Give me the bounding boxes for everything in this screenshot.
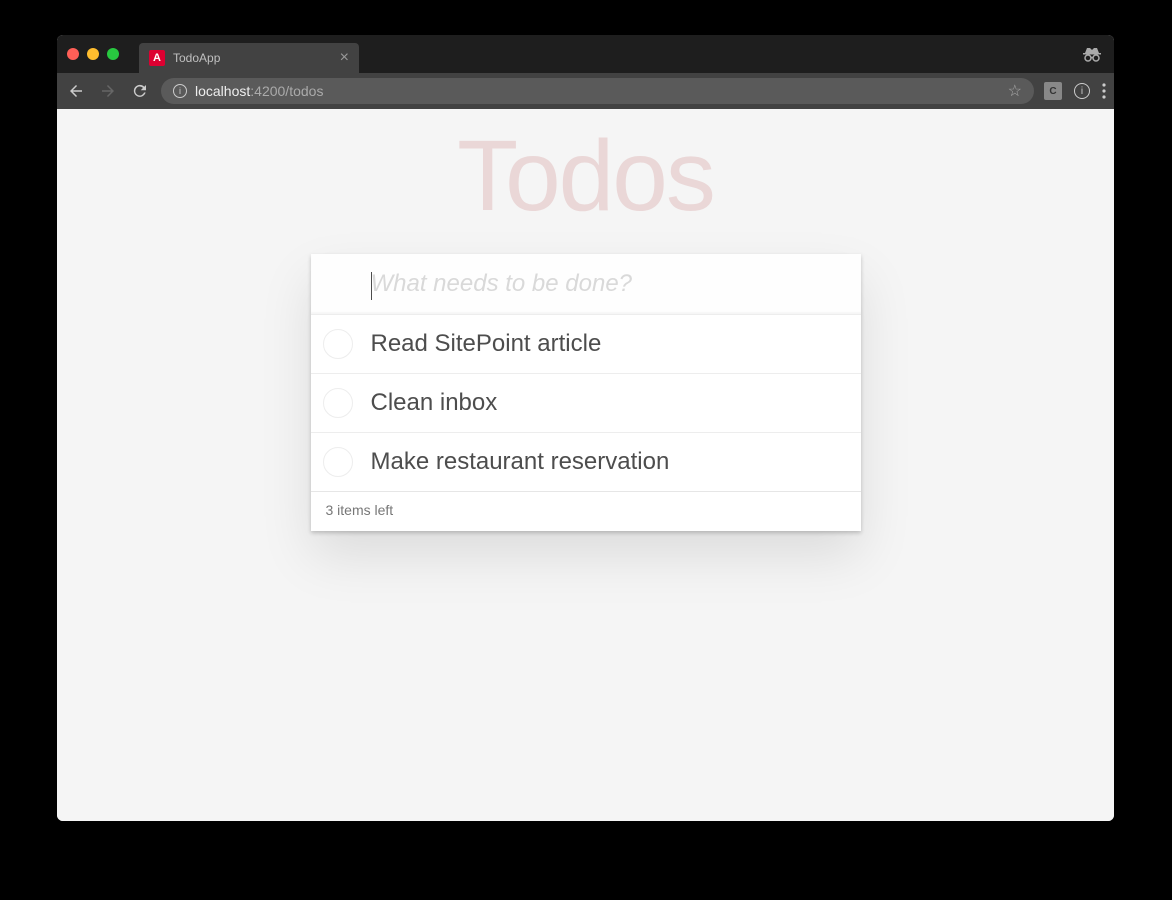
- new-todo-container: [311, 254, 861, 315]
- url-path: :4200/todos: [250, 83, 323, 99]
- text-cursor: [371, 272, 372, 300]
- window-minimize-button[interactable]: [87, 48, 99, 60]
- site-info-icon[interactable]: i: [173, 84, 187, 98]
- page-viewport: Todos Read SitePoint article Clean inbox…: [57, 109, 1114, 821]
- items-left-count: 3 items left: [326, 502, 394, 518]
- browser-menu-icon[interactable]: [1102, 83, 1106, 99]
- todo-item: Make restaurant reservation: [311, 433, 861, 491]
- todo-item: Read SitePoint article: [311, 315, 861, 374]
- app-title: Todos: [57, 109, 1114, 234]
- window-controls: [67, 48, 119, 60]
- url-host: localhost: [195, 83, 250, 99]
- back-button[interactable]: [65, 80, 87, 102]
- extension-icon[interactable]: C: [1044, 82, 1062, 100]
- reload-button[interactable]: [129, 80, 151, 102]
- todo-label[interactable]: Make restaurant reservation: [371, 448, 670, 475]
- browser-tabs-bar: A TodoApp ×: [57, 35, 1114, 73]
- window-close-button[interactable]: [67, 48, 79, 60]
- tab-title: TodoApp: [173, 51, 332, 65]
- url-text: localhost:4200/todos: [195, 83, 1000, 99]
- new-todo-input[interactable]: [371, 270, 845, 298]
- incognito-icon: [1082, 45, 1102, 63]
- browser-window: A TodoApp × i localhost:420: [57, 35, 1114, 821]
- forward-button[interactable]: [97, 80, 119, 102]
- bookmark-star-icon[interactable]: ☆: [1008, 81, 1022, 101]
- angular-favicon-icon: A: [149, 50, 165, 66]
- todo-toggle-checkbox[interactable]: [323, 388, 353, 418]
- toolbar-right: C i: [1044, 82, 1106, 100]
- todo-label[interactable]: Read SitePoint article: [371, 330, 602, 357]
- browser-toolbar: i localhost:4200/todos ☆ C i: [57, 73, 1114, 109]
- tab-close-icon[interactable]: ×: [340, 50, 349, 66]
- browser-tab[interactable]: A TodoApp ×: [139, 43, 359, 73]
- window-maximize-button[interactable]: [107, 48, 119, 60]
- todo-footer: 3 items left: [311, 491, 861, 531]
- todo-item: Clean inbox: [311, 374, 861, 433]
- todo-list: Read SitePoint article Clean inbox Make …: [311, 315, 861, 491]
- address-bar[interactable]: i localhost:4200/todos ☆: [161, 78, 1034, 104]
- todo-label[interactable]: Clean inbox: [371, 389, 498, 416]
- todo-toggle-checkbox[interactable]: [323, 447, 353, 477]
- todo-app: Read SitePoint article Clean inbox Make …: [311, 254, 861, 531]
- page-info-icon[interactable]: i: [1074, 83, 1090, 99]
- todo-toggle-checkbox[interactable]: [323, 329, 353, 359]
